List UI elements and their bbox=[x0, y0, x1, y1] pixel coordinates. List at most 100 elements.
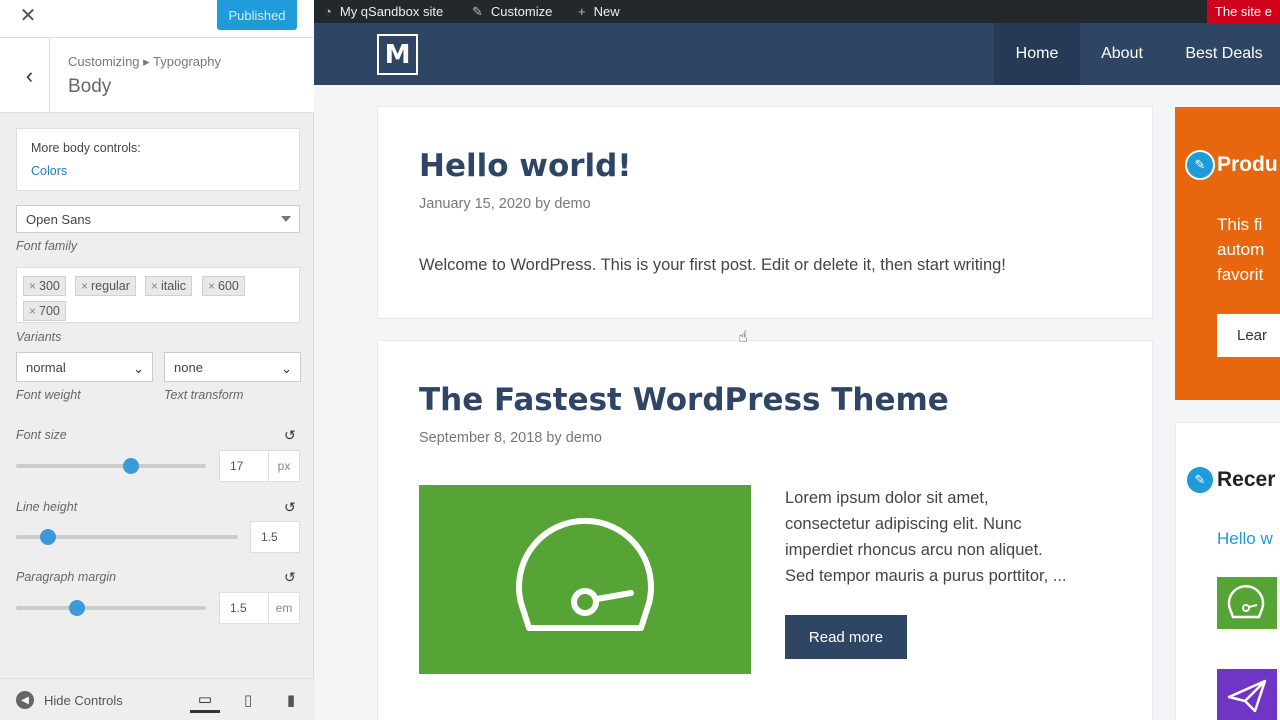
variants-caption: Variants bbox=[16, 330, 62, 344]
font-size-unit: px bbox=[268, 450, 300, 482]
more-controls-box: More body controls: Colors bbox=[16, 128, 300, 191]
section-title: Body bbox=[68, 76, 112, 97]
paper-plane-icon bbox=[1227, 679, 1267, 713]
pencil-icon[interactable]: ✎ bbox=[1185, 465, 1215, 495]
recent-post-link[interactable]: Hello w bbox=[1217, 529, 1273, 549]
customize-label: Customize bbox=[490, 4, 553, 19]
line-height-input[interactable]: 1.5 bbox=[250, 521, 300, 553]
close-icon[interactable]: ✕ bbox=[0, 0, 56, 30]
colors-link[interactable]: Colors bbox=[31, 164, 67, 178]
reset-icon[interactable]: ↺ bbox=[284, 427, 296, 444]
product-text-line: This fi bbox=[1217, 215, 1263, 234]
admin-bar: ◔ My qSandbox site ✎ Customize + New The… bbox=[314, 0, 1280, 23]
customizer-window: ✕ Published ‹ Customizing ▸ Typography B… bbox=[0, 0, 1280, 720]
customizer-header: ✕ Published bbox=[0, 0, 314, 38]
paragraph-margin-slider[interactable] bbox=[16, 606, 206, 610]
variant-chip[interactable]: × italic bbox=[145, 276, 193, 296]
tablet-icon[interactable]: ▯ bbox=[233, 687, 263, 713]
product-widget-title: Produ bbox=[1217, 153, 1278, 176]
excerpt-line: Sed tempor mauris a purus porttitor, ... bbox=[785, 567, 1067, 585]
site-preview: ◔ My qSandbox site ✎ Customize + New The… bbox=[314, 0, 1280, 720]
pencil-icon[interactable]: ✎ bbox=[1185, 150, 1215, 180]
post-title[interactable]: The Fastest WordPress Theme bbox=[419, 382, 949, 418]
font-size-slider-handle[interactable] bbox=[123, 458, 139, 474]
font-family-value: Open Sans bbox=[26, 211, 92, 227]
post-title[interactable]: Hello world! bbox=[419, 148, 632, 184]
variants-field[interactable]: × 300 × regular × italic × 600 × 700 bbox=[16, 267, 300, 323]
post-card bbox=[377, 106, 1153, 319]
nav-item-best-deals[interactable]: Best Deals bbox=[1172, 23, 1276, 85]
excerpt-line: Lorem ipsum dolor sit amet, bbox=[785, 489, 989, 507]
admin-bar-customize[interactable]: ✎ Customize bbox=[472, 0, 552, 23]
reset-icon[interactable]: ↺ bbox=[284, 569, 296, 586]
variant-chip[interactable]: × 300 bbox=[23, 276, 66, 296]
font-size-slider[interactable] bbox=[16, 464, 206, 468]
read-more-button[interactable]: Read more bbox=[785, 615, 907, 659]
remove-icon[interactable]: × bbox=[29, 279, 36, 293]
recent-posts-title: Recer bbox=[1217, 468, 1276, 491]
hide-controls-label: Hide Controls bbox=[44, 692, 123, 708]
post-excerpt: Welcome to WordPress. This is your first… bbox=[419, 256, 1006, 274]
speedometer-icon bbox=[1227, 585, 1265, 619]
post-meta: January 15, 2020 by demo bbox=[419, 196, 591, 212]
hide-controls-button[interactable]: ◀ Hide Controls bbox=[16, 691, 123, 709]
font-family-caption: Font family bbox=[16, 239, 78, 253]
font-family-select[interactable]: Open Sans bbox=[16, 205, 300, 233]
publish-button[interactable]: Published bbox=[217, 0, 297, 30]
nav-item-about[interactable]: About bbox=[1084, 23, 1160, 85]
product-text-line: favorit bbox=[1217, 265, 1264, 284]
remove-icon[interactable]: × bbox=[151, 279, 158, 293]
line-height-slider-handle[interactable] bbox=[40, 529, 56, 545]
excerpt-line: imperdiet rhoncus arcu non aliquet. bbox=[785, 541, 1043, 559]
learn-more-button[interactable]: Lear bbox=[1217, 314, 1280, 357]
dashboard-icon: ◔ bbox=[324, 4, 332, 19]
post-excerpt: Lorem ipsum dolor sit amet, consectetur … bbox=[785, 485, 1067, 589]
font-weight-caption: Font weight bbox=[16, 388, 81, 402]
back-arrow-icon[interactable]: ‹ bbox=[10, 38, 50, 113]
paragraph-margin-unit: em bbox=[268, 592, 300, 624]
paragraph-margin-label: Paragraph margin bbox=[16, 570, 117, 584]
remove-icon[interactable]: × bbox=[29, 304, 36, 318]
recent-post-thumbnail[interactable] bbox=[1217, 669, 1277, 720]
variant-chip[interactable]: × regular bbox=[75, 276, 136, 296]
recent-post-thumbnail[interactable] bbox=[1217, 577, 1277, 629]
reset-icon[interactable]: ↺ bbox=[284, 499, 296, 516]
desktop-icon[interactable]: ▭ bbox=[190, 687, 220, 713]
more-controls-label: More body controls: bbox=[31, 141, 141, 155]
nav-item-home[interactable]: Home bbox=[994, 23, 1080, 85]
site-name: My qSandbox site bbox=[339, 4, 444, 19]
line-height-label: Line height bbox=[16, 500, 78, 514]
text-transform-select[interactable]: none ⌄ bbox=[164, 352, 301, 382]
paragraph-margin-slider-handle[interactable] bbox=[69, 600, 85, 616]
admin-bar-new[interactable]: + New bbox=[578, 0, 620, 23]
hand-cursor-icon: ☝ bbox=[738, 329, 748, 346]
post-thumbnail[interactable] bbox=[419, 485, 751, 674]
caret-down-icon bbox=[281, 216, 291, 222]
variant-chip[interactable]: × 700 bbox=[23, 301, 66, 321]
brush-icon: ✎ bbox=[472, 3, 483, 19]
font-weight-value: normal bbox=[26, 359, 66, 375]
breadcrumb: Customizing ▸ Typography bbox=[68, 54, 221, 69]
new-label: New bbox=[593, 4, 620, 19]
mobile-icon[interactable]: ▮ bbox=[276, 687, 306, 713]
product-text-line: autom bbox=[1217, 240, 1265, 259]
chevron-down-icon: ⌄ bbox=[281, 361, 292, 376]
customizer-sidebar: ✕ Published ‹ Customizing ▸ Typography B… bbox=[0, 0, 314, 720]
customizer-footer: ◀ Hide Controls ▭ ▯ ▮ bbox=[0, 678, 314, 720]
post-meta: September 8, 2018 by demo bbox=[419, 430, 602, 446]
remove-icon[interactable]: × bbox=[81, 279, 88, 293]
remove-icon[interactable]: × bbox=[208, 279, 215, 293]
site-logo[interactable]: M bbox=[377, 34, 418, 75]
admin-bar-site[interactable]: ◔ My qSandbox site bbox=[324, 0, 443, 23]
collapse-icon: ◀ bbox=[16, 691, 34, 709]
font-size-input[interactable]: 17 bbox=[219, 450, 269, 482]
chevron-down-icon: ⌄ bbox=[133, 361, 144, 376]
site-header: M Home About Best Deals bbox=[314, 23, 1280, 85]
font-size-label: Font size bbox=[16, 428, 67, 442]
excerpt-line: consectetur adipiscing elit. Nunc bbox=[785, 515, 1022, 533]
product-widget-text: This fi autom favorit bbox=[1217, 212, 1264, 287]
variant-chip[interactable]: × 600 bbox=[202, 276, 245, 296]
paragraph-margin-input[interactable]: 1.5 bbox=[219, 592, 269, 624]
font-weight-select[interactable]: normal ⌄ bbox=[16, 352, 153, 382]
text-transform-caption: Text transform bbox=[164, 388, 244, 402]
